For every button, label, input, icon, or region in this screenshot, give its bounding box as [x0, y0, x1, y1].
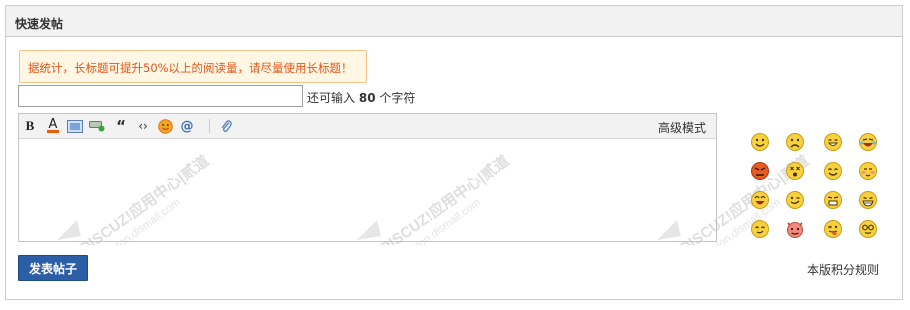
advanced-mode-link[interactable]: 高级模式 [658, 119, 706, 136]
big-grin-icon[interactable] [858, 190, 878, 210]
sad-icon[interactable] [785, 132, 805, 152]
insert-link-button[interactable] [88, 117, 106, 135]
smirk-icon[interactable] [750, 219, 770, 239]
at-button[interactable]: @ [178, 117, 196, 135]
image-icon [67, 119, 83, 133]
shy-icon[interactable] [858, 161, 878, 181]
smiley-button[interactable] [156, 117, 174, 135]
editor-toolbar: B A “ ‹› @ 高级模式 [19, 114, 716, 139]
credit-rules-link[interactable]: 本版积分规则 [807, 261, 879, 278]
link-icon [89, 121, 105, 132]
wink-icon[interactable] [785, 190, 805, 210]
message-textarea[interactable] [19, 139, 716, 241]
angry-icon[interactable] [750, 161, 770, 181]
counter-suffix: 个字符 [379, 91, 416, 105]
message-editor: B A “ ‹› @ 高级模式 [18, 113, 717, 242]
counter-prefix: 还可输入 [307, 91, 356, 105]
crying-laugh-icon[interactable] [858, 132, 878, 152]
code-icon: ‹› [138, 119, 148, 133]
bold-icon: B [25, 118, 35, 133]
bold-button[interactable]: B [21, 117, 39, 135]
notice-box: 据统计，长标题可提升50%以上的阅读量，请尽量使用长标题！ [19, 50, 367, 83]
toolbar-separator [209, 119, 210, 133]
panel-header [6, 6, 902, 37]
attachment-button[interactable] [217, 117, 235, 135]
counter-value: 80 [358, 91, 376, 105]
subject-input[interactable] [18, 85, 303, 107]
at-icon: @ [180, 118, 194, 134]
notice-text: 据统计，长标题可提升50%以上的阅读量，请尽量使用长标题！ [28, 61, 353, 75]
tongue-icon[interactable] [823, 219, 843, 239]
quote-button[interactable]: “ [112, 117, 130, 135]
smile-icon[interactable] [750, 132, 770, 152]
font-color-button[interactable]: A [44, 117, 62, 135]
smiley-icon [157, 118, 173, 134]
code-button[interactable]: ‹› [134, 117, 152, 135]
subject-counter: 还可输入 80 个字符 [307, 89, 415, 106]
nerd-icon[interactable] [858, 219, 878, 239]
post-button[interactable]: 发表帖子 [18, 255, 88, 281]
panel-title: 快速发帖 [15, 17, 64, 31]
quote-icon: “ [116, 117, 126, 135]
dizzy-icon[interactable] [785, 161, 805, 181]
devil-icon[interactable] [785, 219, 805, 239]
grin-icon[interactable] [823, 132, 843, 152]
smilies-panel [745, 127, 885, 239]
happy-icon[interactable] [823, 161, 843, 181]
scared-icon[interactable] [823, 190, 843, 210]
paperclip-icon [221, 119, 232, 132]
insert-image-button[interactable] [66, 117, 84, 135]
laughing-icon[interactable] [750, 190, 770, 210]
